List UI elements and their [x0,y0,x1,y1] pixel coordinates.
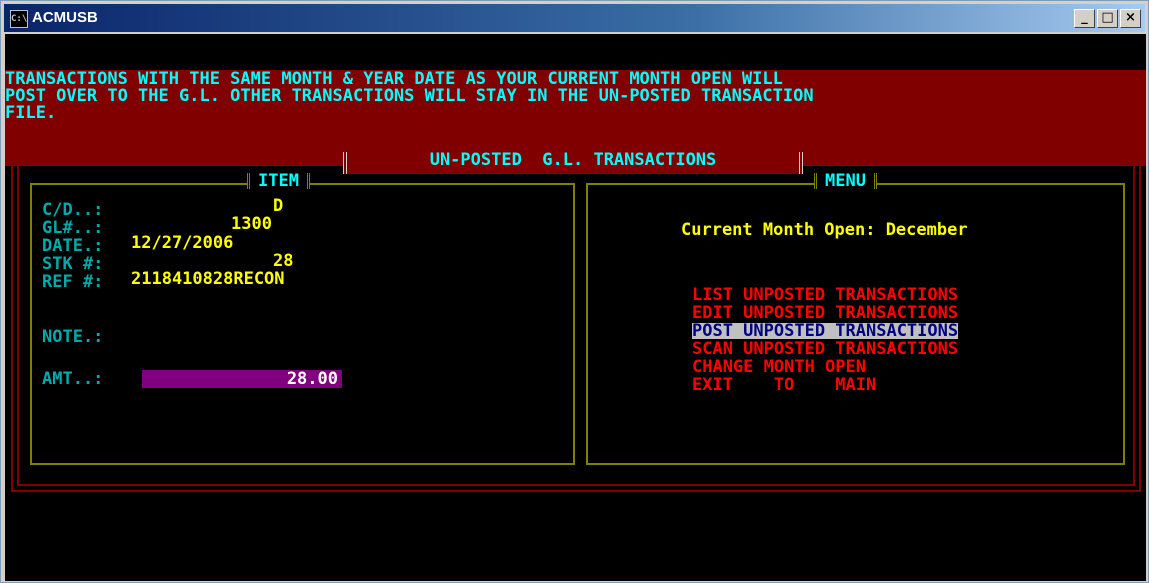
console-window: C:\ ACMUSB _ □ × TRANSACTIONS WITH THE S… [0,0,1149,583]
gl-value[interactable]: 1300 [231,216,272,233]
banner-line-2: POST OVER TO THE G.L. OTHER TRANSACTIONS… [5,86,814,106]
gl-label: GL#..: [42,218,104,238]
date-label: DATE.: [42,236,104,256]
menu-item-list[interactable]: LIST UNPOSTED TRANSACTIONS [692,287,958,304]
date-value[interactable]: 12/27/2006 [131,235,233,252]
title-bar[interactable]: C:\ ACMUSB _ □ × [4,4,1145,32]
stk-value[interactable]: 28 [273,253,293,270]
cd-value[interactable]: D [273,198,283,215]
banner-line-3: FILE. [5,103,57,123]
console-screen[interactable]: TRANSACTIONS WITH THE SAME MONTH & YEAR … [5,34,1146,581]
maximize-button[interactable]: □ [1097,9,1118,28]
menu-item-post[interactable]: POST UNPOSTED TRANSACTIONS [692,323,959,340]
banner-line-1: TRANSACTIONS WITH THE SAME MONTH & YEAR … [5,69,783,89]
ref-value[interactable]: 2118410828RECON [131,271,285,288]
cd-label: C/D..: [42,200,104,220]
frame-title: UN-POSTED G.L. TRANSACTIONS [343,152,803,174]
minimize-button[interactable]: _ [1074,9,1095,28]
menu-item-edit[interactable]: EDIT UNPOSTED TRANSACTIONS [692,305,958,322]
window-title: ACMUSB [32,9,98,26]
menu-item-exit[interactable]: EXIT TO MAIN [692,377,876,394]
menu-item-change-month[interactable]: CHANGE MONTH OPEN [692,359,866,376]
stk-label: STK #: [42,254,104,274]
menu-panel-heading: MENU [814,173,877,190]
amount-field[interactable]: 28.00 [142,370,342,388]
amount-value: 28.00 [286,369,338,389]
item-panel: ITEM [30,173,575,465]
ref-label: REF #: [42,272,104,292]
current-month-open: Current Month Open: December [681,220,968,240]
note-label: NOTE.: [42,327,104,347]
menu-item-scan[interactable]: SCAN UNPOSTED TRANSACTIONS [692,341,958,358]
item-panel-heading: ITEM [247,173,310,190]
console-app-icon[interactable]: C:\ [10,10,28,28]
close-button[interactable]: × [1120,9,1141,28]
amt-label: AMT..: [42,369,104,389]
